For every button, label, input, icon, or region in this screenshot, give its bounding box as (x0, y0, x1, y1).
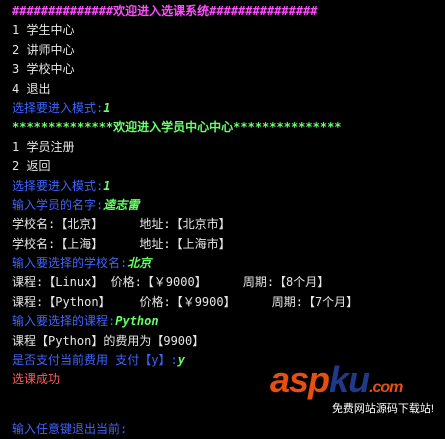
menu-option-back: 2 返回 (12, 159, 51, 174)
mode-prompt-label: 选择要进入模式: (12, 100, 104, 115)
menu-banner: ##############欢迎进入选课系统############### (12, 4, 318, 18)
school-list-item: 学校名:【上海】 地址:【上海市】 (12, 236, 231, 251)
school-list-item: 学校名:【北京】 地址:【北京市】 (12, 217, 231, 232)
school-select-prompt-line: 输入要选择的学校名:北京 (12, 254, 437, 273)
student-name-prompt-label: 输入学员的名字: (12, 197, 104, 212)
mode-prompt-input[interactable]: 1 (103, 101, 110, 115)
payment-prompt-label: 是否支付当前费用 支付【y】: (12, 353, 178, 368)
student-mode-prompt-input[interactable]: 1 (103, 179, 110, 193)
student-name-prompt-line: 输入学员的名字:逵志雷 (12, 196, 437, 215)
school-select-prompt-label: 输入要选择的学校名: (12, 256, 128, 271)
course-select-input[interactable]: Python (115, 314, 158, 328)
student-mode-prompt-line: 选择要进入模式:1 (12, 177, 437, 196)
course-fee-text: 课程【Python】的费用为【9900】 (12, 333, 205, 348)
mode-prompt-line: 选择要进入模式:1 (12, 99, 437, 118)
watermark-logo-asp: asp (270, 359, 330, 400)
course-list-item: 课程:【Linux】 价格:【￥9000】 周期:【8个月】 (12, 275, 330, 290)
watermark-subtitle: 免费网站源码下载站! (331, 403, 434, 415)
watermark-logo-ku: ku (329, 359, 370, 400)
course-select-prompt-line: 输入要选择的课程:Python (12, 312, 437, 331)
menu-option-register: 1 学员注册 (12, 139, 75, 154)
exit-prompt-line: 输入任意键退出当前: (12, 420, 437, 439)
exit-prompt-label: 输入任意键退出当前: (12, 421, 128, 436)
watermark-logo-suffix: .com (369, 379, 403, 396)
student-name-input[interactable]: 逵志雷 (103, 198, 139, 212)
menu-option-student-center: 1 学生中心 (12, 23, 75, 38)
student-center-banner: **************欢迎进入学员中心中心*************** (12, 120, 342, 135)
course-select-prompt-label: 输入要选择的课程: (12, 314, 116, 329)
aspku-watermark-logo: aspku.com 免费网站源码下载站! (270, 360, 440, 416)
menu-option-teacher-center: 2 讲师中心 (12, 42, 75, 57)
school-select-input[interactable]: 北京 (127, 256, 151, 270)
course-list-item: 课程:【Python】 价格:【￥9900】 周期:【7个月】 (12, 294, 359, 309)
payment-input[interactable]: y (178, 353, 185, 367)
menu-option-exit: 4 退出 (12, 81, 51, 96)
menu-option-school-center: 3 学校中心 (12, 62, 75, 77)
student-mode-prompt-label: 选择要进入模式: (12, 178, 104, 193)
